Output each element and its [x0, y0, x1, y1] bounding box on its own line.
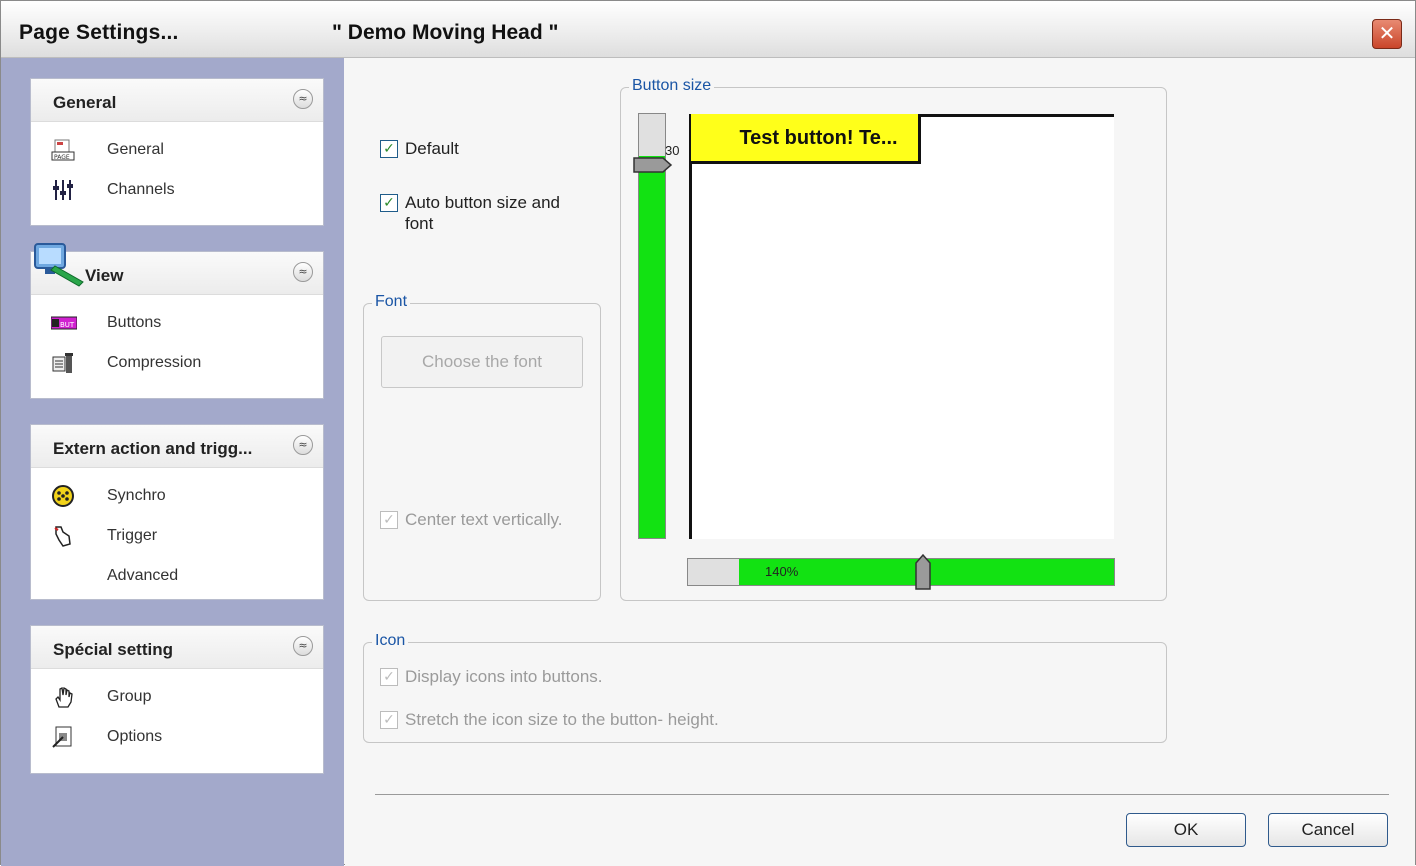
panel-title: General	[53, 93, 117, 112]
close-button[interactable]: ✕	[1372, 19, 1402, 49]
center-text-vertically-checkbox[interactable]: ✓	[380, 511, 398, 529]
test-button-preview: Test button! Te...	[691, 114, 921, 164]
auto-button-size-label: Auto button size and	[405, 193, 561, 212]
center-text-vertically-label: Center text vertically.	[405, 510, 563, 529]
width-slider-value: 140%	[765, 564, 799, 579]
title-bar[interactable]: Page Settings... " Demo Moving Head " ✕	[1, 1, 1415, 58]
panel-general-header[interactable]: General ≈	[31, 79, 323, 122]
stretch-icon-label: Stretch the icon size to the button- hei…	[405, 710, 719, 729]
sidebar-item-label: Group	[107, 688, 152, 705]
sidebar-item-options[interactable]: Options	[51, 722, 311, 752]
button-preview-area	[689, 114, 1114, 539]
hand-pointer-icon	[51, 685, 75, 709]
sidebar-item-label: Buttons	[107, 314, 162, 331]
options-doc-icon	[51, 725, 75, 749]
width-slider-thumb[interactable]	[914, 553, 932, 591]
close-icon: ✕	[1378, 21, 1396, 45]
panel-extern-header[interactable]: Extern action and trigg... ≈	[31, 425, 323, 468]
page-name-title: " Demo Moving Head "	[332, 21, 559, 44]
footer-separator	[375, 794, 1389, 795]
collapse-icon[interactable]: ≈	[293, 435, 313, 455]
sidebar-item-label: Options	[107, 728, 163, 745]
default-checkbox[interactable]: ✓	[380, 140, 398, 158]
collapse-icon[interactable]: ≈	[293, 262, 313, 282]
view-monitor-icon	[31, 238, 87, 288]
sidebar-item-group[interactable]: Group	[51, 682, 311, 712]
sidebar-item-label: Compression	[107, 354, 202, 371]
page-icon: PAGE	[51, 138, 75, 162]
sidebar-item-synchro[interactable]: Synchro	[51, 481, 311, 511]
panel-title: Extern action and trigg...	[53, 439, 253, 458]
height-slider-track[interactable]	[638, 113, 666, 539]
sidebar-item-channels[interactable]: Channels	[51, 175, 311, 205]
sidebar-item-general[interactable]: PAGE General	[51, 135, 311, 165]
stretch-icon-checkbox[interactable]: ✓	[380, 711, 398, 729]
panel-title: View	[85, 266, 124, 285]
sidebar-item-label: General	[107, 141, 164, 158]
auto-button-size-label-2: font	[405, 214, 434, 233]
icon-group-legend: Icon	[372, 632, 409, 650]
page-settings-dialog: Page Settings... " Demo Moving Head " ✕ …	[0, 0, 1416, 866]
display-icons-label: Display icons into buttons.	[405, 667, 603, 686]
sidebar-item-label: Advanced	[107, 567, 179, 584]
panel-general: General ≈ PAGE General Channels	[30, 78, 324, 226]
width-slider-track[interactable]	[687, 558, 1115, 586]
svg-text:PAGE: PAGE	[54, 154, 70, 161]
dialog-title: Page Settings...	[19, 21, 179, 44]
trigger-hand-icon	[51, 524, 75, 548]
choose-font-button[interactable]: Choose the font	[381, 336, 583, 388]
svg-text:BUT: BUT	[60, 321, 75, 329]
height-slider-fill	[639, 156, 665, 538]
compression-icon	[51, 351, 75, 375]
sidebar-item-label: Synchro	[107, 487, 166, 504]
sidebar-item-label: Trigger	[107, 527, 158, 544]
ok-button[interactable]: OK	[1126, 813, 1246, 847]
cancel-button[interactable]: Cancel	[1268, 813, 1388, 847]
buttons-icon: BUT	[50, 311, 78, 335]
panel-title: Spécial setting	[53, 640, 173, 659]
sidebar-item-label: Channels	[107, 181, 175, 198]
collapse-icon[interactable]: ≈	[293, 89, 313, 109]
settings-sidebar: General ≈ PAGE General Channels View ≈ B…	[1, 58, 344, 866]
font-group-legend: Font	[372, 293, 411, 311]
sidebar-item-trigger[interactable]: Trigger	[51, 521, 311, 551]
button-size-legend: Button size	[629, 77, 715, 95]
sidebar-item-advanced[interactable]: Advanced	[51, 561, 311, 591]
faders-icon	[51, 178, 75, 202]
height-slider-thumb[interactable]	[633, 156, 673, 174]
panel-special-header[interactable]: Spécial setting ≈	[31, 626, 323, 669]
panel-extern-action: Extern action and trigg... ≈ Synchro Tri…	[30, 424, 324, 600]
panel-special-setting: Spécial setting ≈ Group Options	[30, 625, 324, 774]
auto-button-size-checkbox[interactable]: ✓	[380, 194, 398, 212]
height-slider-value: 30	[665, 143, 680, 158]
sidebar-item-compression[interactable]: Compression	[51, 348, 311, 378]
default-label: Default	[405, 139, 459, 158]
sidebar-item-buttons[interactable]: BUT Buttons	[50, 308, 311, 338]
display-icons-checkbox[interactable]: ✓	[380, 668, 398, 686]
collapse-icon[interactable]: ≈	[293, 636, 313, 656]
dmx-connector-icon	[51, 484, 75, 508]
